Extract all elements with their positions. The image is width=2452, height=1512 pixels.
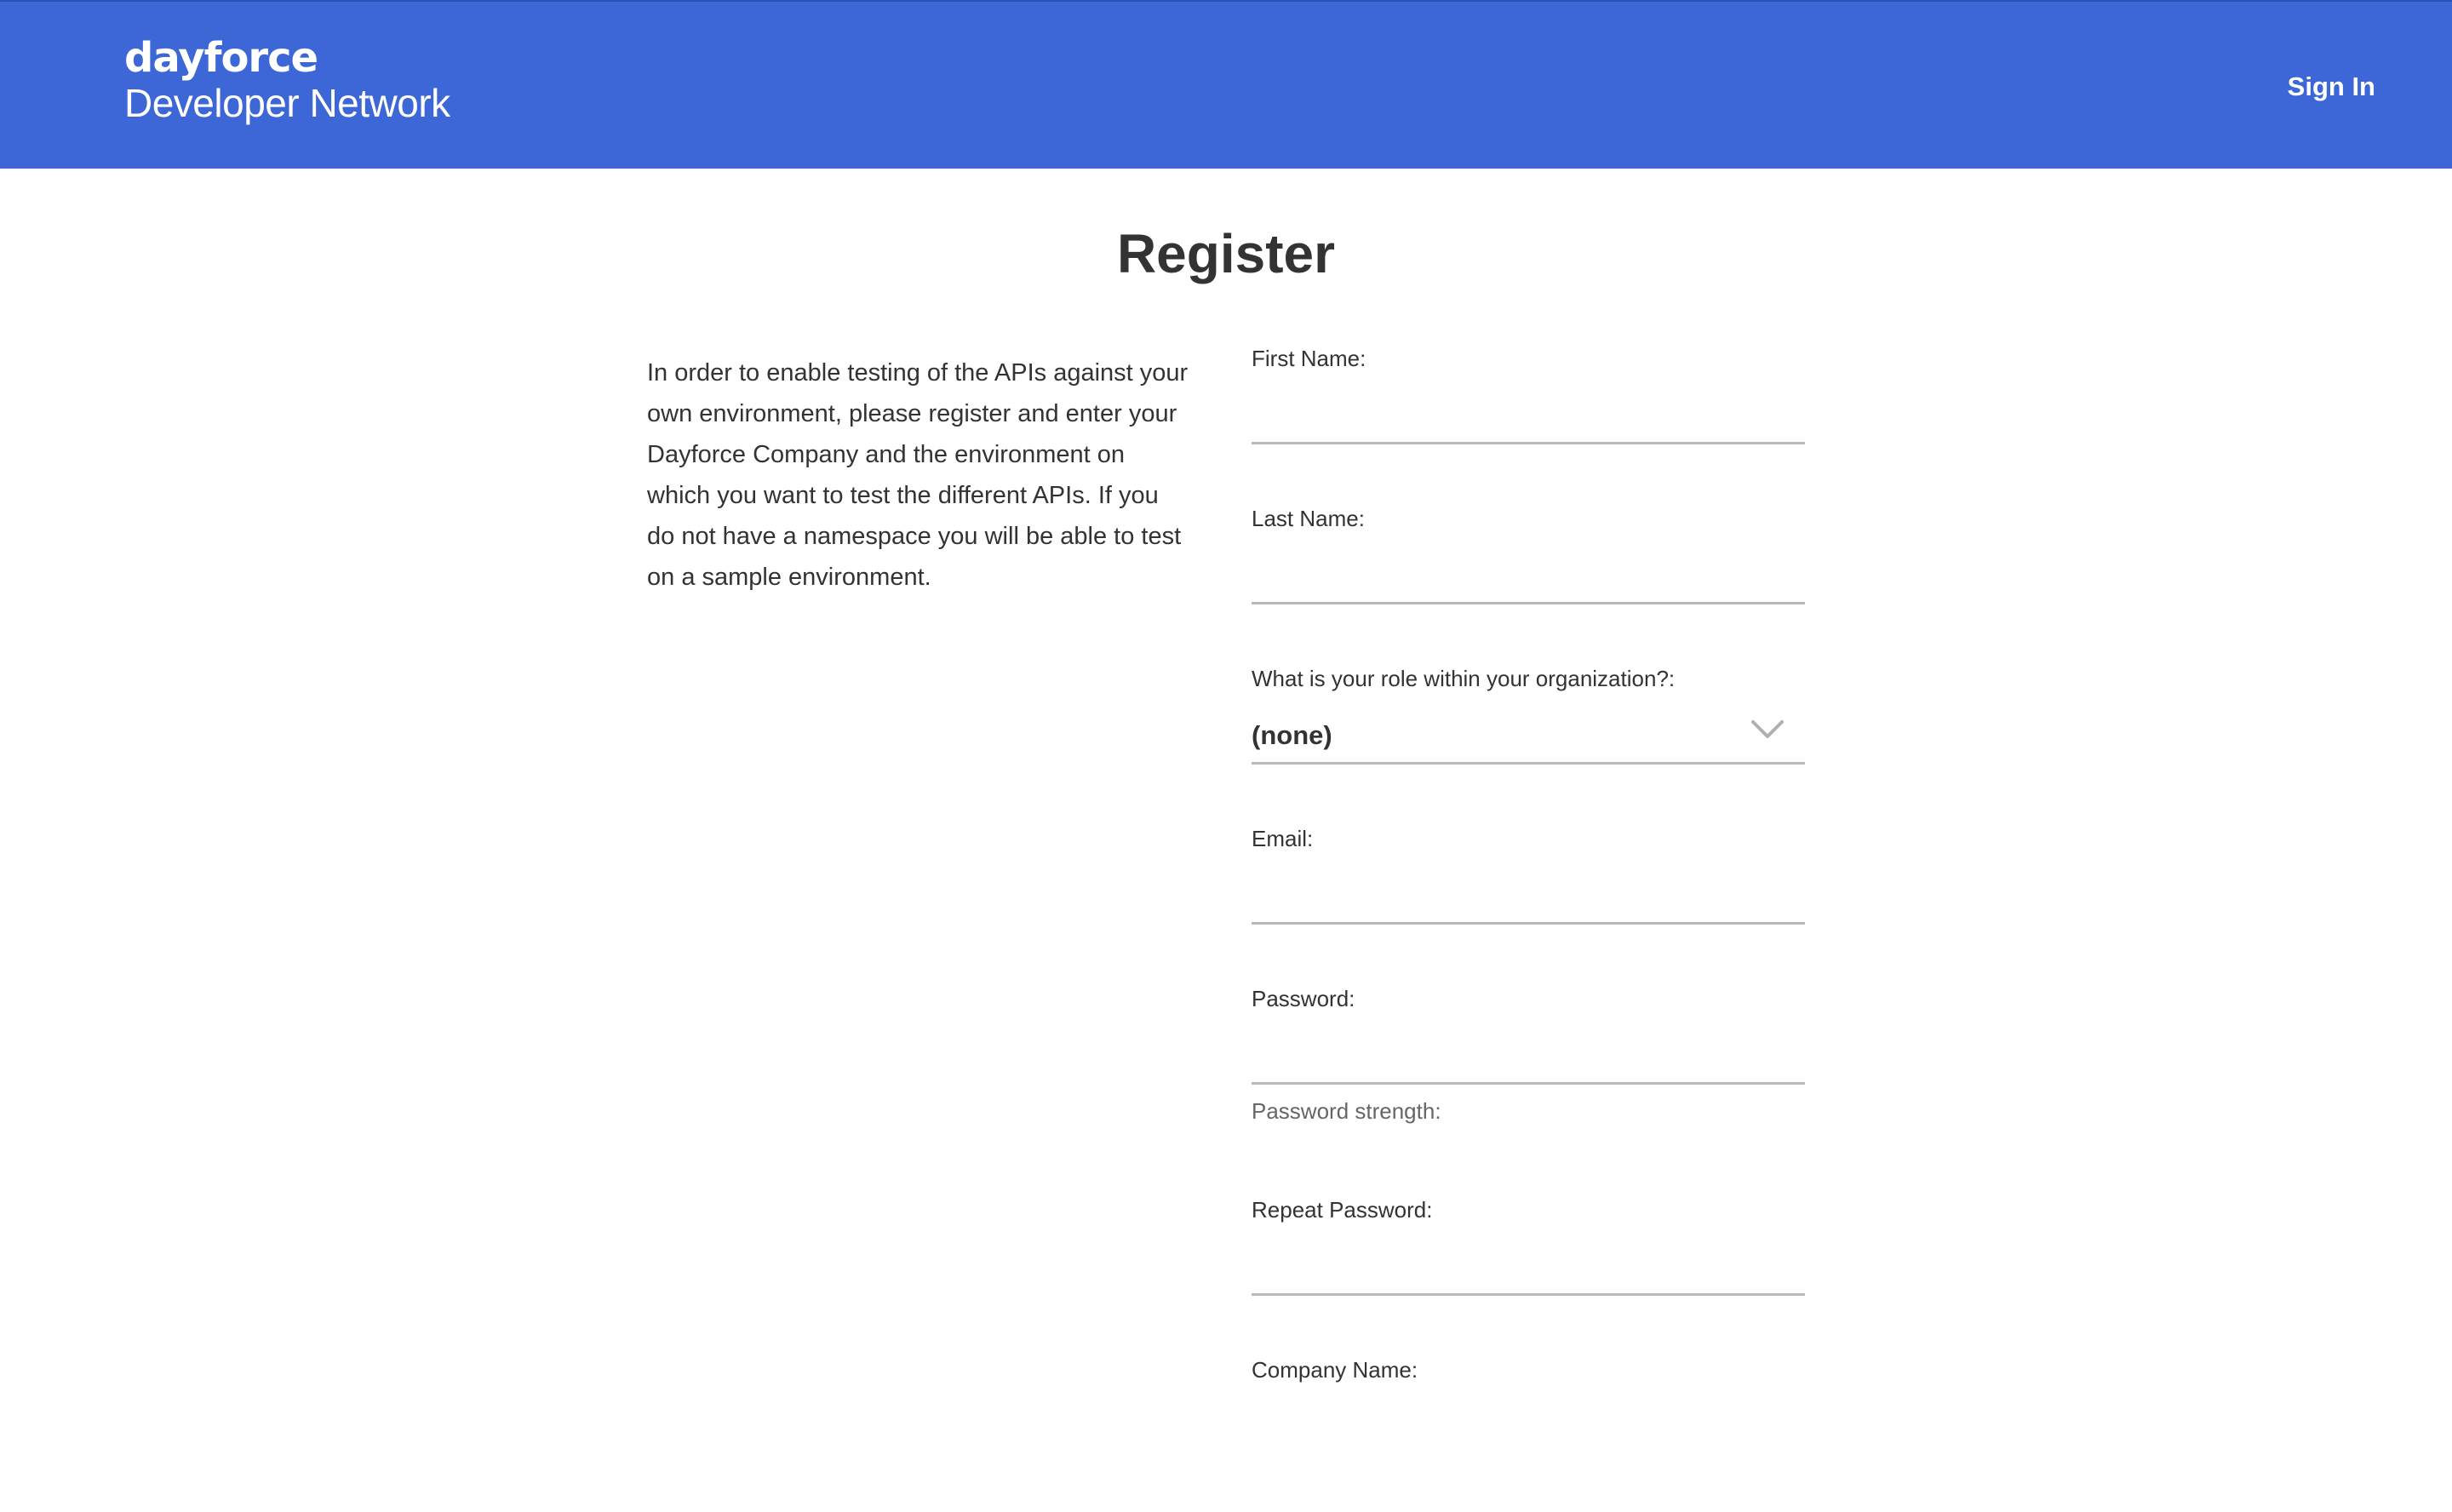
page-title: Register bbox=[1116, 223, 1336, 284]
dayforce-logo[interactable]: dayforce Developer Network bbox=[124, 36, 450, 126]
first-name-input[interactable] bbox=[1252, 392, 1805, 444]
repeat-password-input[interactable] bbox=[1252, 1243, 1805, 1296]
role-select[interactable]: (none) bbox=[1252, 712, 1805, 765]
logo-subtitle: Developer Network bbox=[124, 81, 450, 125]
role-field: What is your role within your organizati… bbox=[1252, 661, 1805, 821]
last-name-input[interactable] bbox=[1252, 552, 1805, 604]
intro-text: In order to enable testing of the APIs a… bbox=[647, 359, 1189, 591]
repeat-password-field: Repeat Password: bbox=[1252, 1192, 1805, 1352]
last-name-label: Last Name: bbox=[1252, 506, 1365, 531]
password-input[interactable] bbox=[1252, 1032, 1805, 1085]
role-label: What is your role within your organizati… bbox=[1252, 666, 1676, 691]
sign-in-link[interactable]: Sign In bbox=[2288, 70, 2375, 104]
logo-wordmark: dayforce bbox=[124, 34, 318, 82]
last-name-field: Last Name: bbox=[1252, 501, 1805, 661]
register-form: First Name: Last Name: What is your role… bbox=[1252, 341, 1805, 1512]
first-name-field: First Name: bbox=[1252, 341, 1805, 501]
site-header: dayforce Developer Network Sign In bbox=[0, 0, 2452, 169]
password-field: Password: Password strength: bbox=[1252, 981, 1805, 1192]
password-strength-label: Password strength: bbox=[1252, 1098, 1441, 1124]
chevron-down-icon bbox=[1751, 720, 1784, 738]
email-field: Email: bbox=[1252, 821, 1805, 981]
role-select-value: (none) bbox=[1252, 720, 1332, 750]
first-name-label: First Name: bbox=[1252, 346, 1366, 371]
repeat-password-label: Repeat Password: bbox=[1252, 1197, 1433, 1223]
email-input[interactable] bbox=[1252, 872, 1805, 925]
company-name-field: Company Name: bbox=[1252, 1352, 1805, 1512]
company-name-label: Company Name: bbox=[1252, 1357, 1418, 1383]
password-label: Password: bbox=[1252, 986, 1355, 1011]
email-label: Email: bbox=[1252, 826, 1314, 851]
